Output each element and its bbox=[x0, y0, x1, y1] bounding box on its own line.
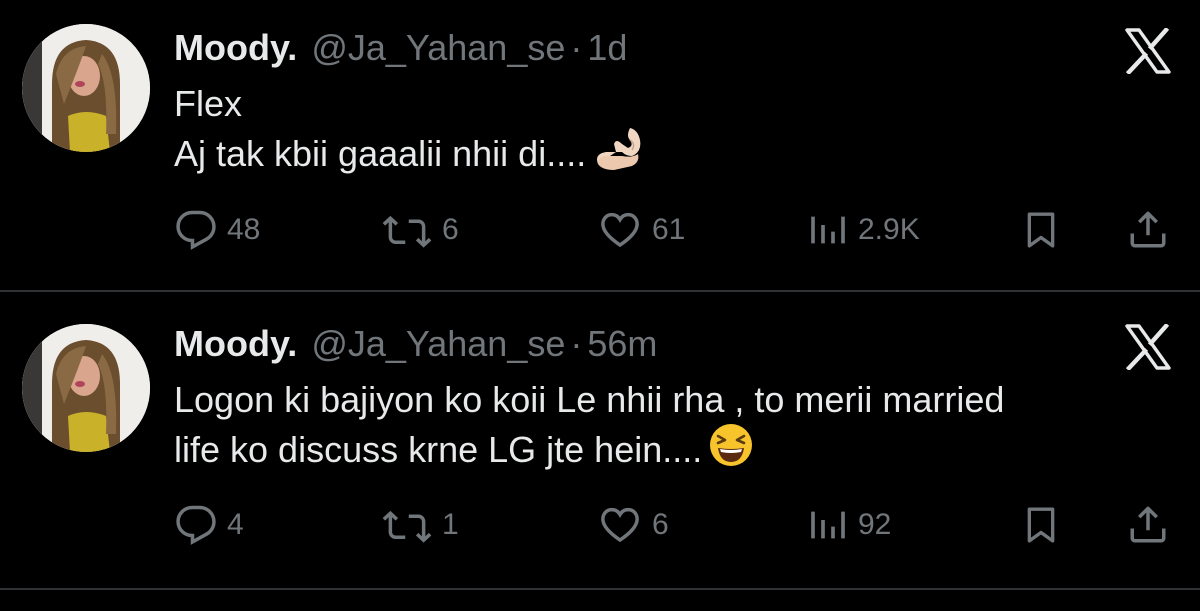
tweet-text-line: Aj tak kbii gaaalii nhii di.... bbox=[174, 126, 1164, 182]
retweet-count: 1 bbox=[442, 508, 459, 541]
tweet-divider bbox=[0, 588, 1200, 590]
view-count: 92 bbox=[858, 508, 892, 541]
tweet-header: Moody. @Ja_Yahan_se · 1d bbox=[174, 26, 627, 70]
bookmark-icon bbox=[1027, 212, 1055, 248]
grinning-squinting-face-emoji bbox=[708, 422, 754, 478]
reply-button[interactable]: 48 bbox=[175, 207, 260, 253]
tweet-text-line-content: Aj tak kbii gaaalii nhii di.... bbox=[174, 133, 587, 174]
tweet-actions: 4 1 6 92 bbox=[0, 502, 1200, 548]
author-name[interactable]: Moody. bbox=[174, 322, 297, 366]
heart-icon bbox=[601, 507, 639, 543]
tweet-1[interactable]: Moody. @Ja_Yahan_se · 1d Flex Aj tak kbi… bbox=[0, 0, 1200, 290]
tweet-2[interactable]: Moody. @Ja_Yahan_se · 56m Logon ki bajiy… bbox=[0, 292, 1200, 588]
x-logo-icon bbox=[1125, 28, 1171, 74]
share-icon bbox=[1130, 506, 1166, 543]
tweet-actions: 48 6 61 2.9K bbox=[0, 207, 1200, 253]
retweet-icon bbox=[382, 215, 432, 248]
like-count: 61 bbox=[652, 213, 686, 246]
retweet-icon bbox=[382, 510, 432, 543]
share-icon bbox=[1130, 211, 1166, 248]
timestamp[interactable]: 56m bbox=[587, 322, 657, 366]
tweet-text-line: life ko discuss krne LG jte hein.... bbox=[174, 422, 1164, 478]
separator-dot: · bbox=[570, 27, 583, 68]
tweet-text: Logon ki bajiyon ko koii Le nhii rha , t… bbox=[174, 378, 1164, 478]
like-count: 6 bbox=[652, 508, 669, 541]
author-handle[interactable]: @Ja_Yahan_se bbox=[311, 26, 565, 70]
reply-count: 48 bbox=[227, 213, 261, 246]
view-count: 2.9K bbox=[858, 213, 920, 246]
views-button[interactable]: 2.9K bbox=[808, 207, 920, 253]
tweet-header: Moody. @Ja_Yahan_se · 56m bbox=[174, 322, 657, 366]
tweet-text: Flex Aj tak kbii gaaalii nhii di.... bbox=[174, 82, 1164, 182]
tweet-text-line-content: life ko discuss krne LG jte hein.... bbox=[174, 429, 703, 470]
avatar[interactable] bbox=[22, 324, 150, 452]
reply-icon bbox=[176, 505, 216, 545]
tweet-text-line: Flex bbox=[174, 83, 243, 124]
avatar-photo bbox=[22, 324, 150, 452]
separator-dot: · bbox=[570, 323, 583, 364]
bookmark-button[interactable] bbox=[1021, 207, 1061, 253]
heart-icon bbox=[601, 212, 639, 248]
timestamp[interactable]: 1d bbox=[587, 26, 627, 70]
laughing-face-icon bbox=[710, 424, 753, 466]
share-button[interactable] bbox=[1127, 502, 1169, 548]
bookmark-button[interactable] bbox=[1021, 502, 1061, 548]
tweet-text-line: Logon ki bajiyon ko koii Le nhii rha , t… bbox=[174, 379, 1005, 420]
author-handle[interactable]: @Ja_Yahan_se bbox=[311, 322, 565, 366]
retweet-button[interactable]: 1 bbox=[382, 502, 459, 548]
bookmark-icon bbox=[1027, 507, 1055, 543]
x-logo-icon bbox=[1125, 324, 1171, 370]
reply-count: 4 bbox=[227, 508, 244, 541]
share-button[interactable] bbox=[1127, 207, 1169, 253]
ok-hand-icon bbox=[597, 128, 641, 170]
analytics-icon bbox=[811, 511, 845, 539]
avatar-photo bbox=[22, 24, 150, 152]
ok-hand-emoji bbox=[592, 126, 648, 182]
like-button[interactable]: 61 bbox=[598, 207, 685, 253]
retweet-button[interactable]: 6 bbox=[382, 207, 459, 253]
like-button[interactable]: 6 bbox=[598, 502, 669, 548]
reply-icon bbox=[176, 210, 216, 250]
retweet-count: 6 bbox=[442, 213, 459, 246]
author-name[interactable]: Moody. bbox=[174, 26, 297, 70]
reply-button[interactable]: 4 bbox=[175, 502, 244, 548]
avatar[interactable] bbox=[22, 24, 150, 152]
views-button[interactable]: 92 bbox=[808, 502, 891, 548]
analytics-icon bbox=[811, 216, 845, 244]
